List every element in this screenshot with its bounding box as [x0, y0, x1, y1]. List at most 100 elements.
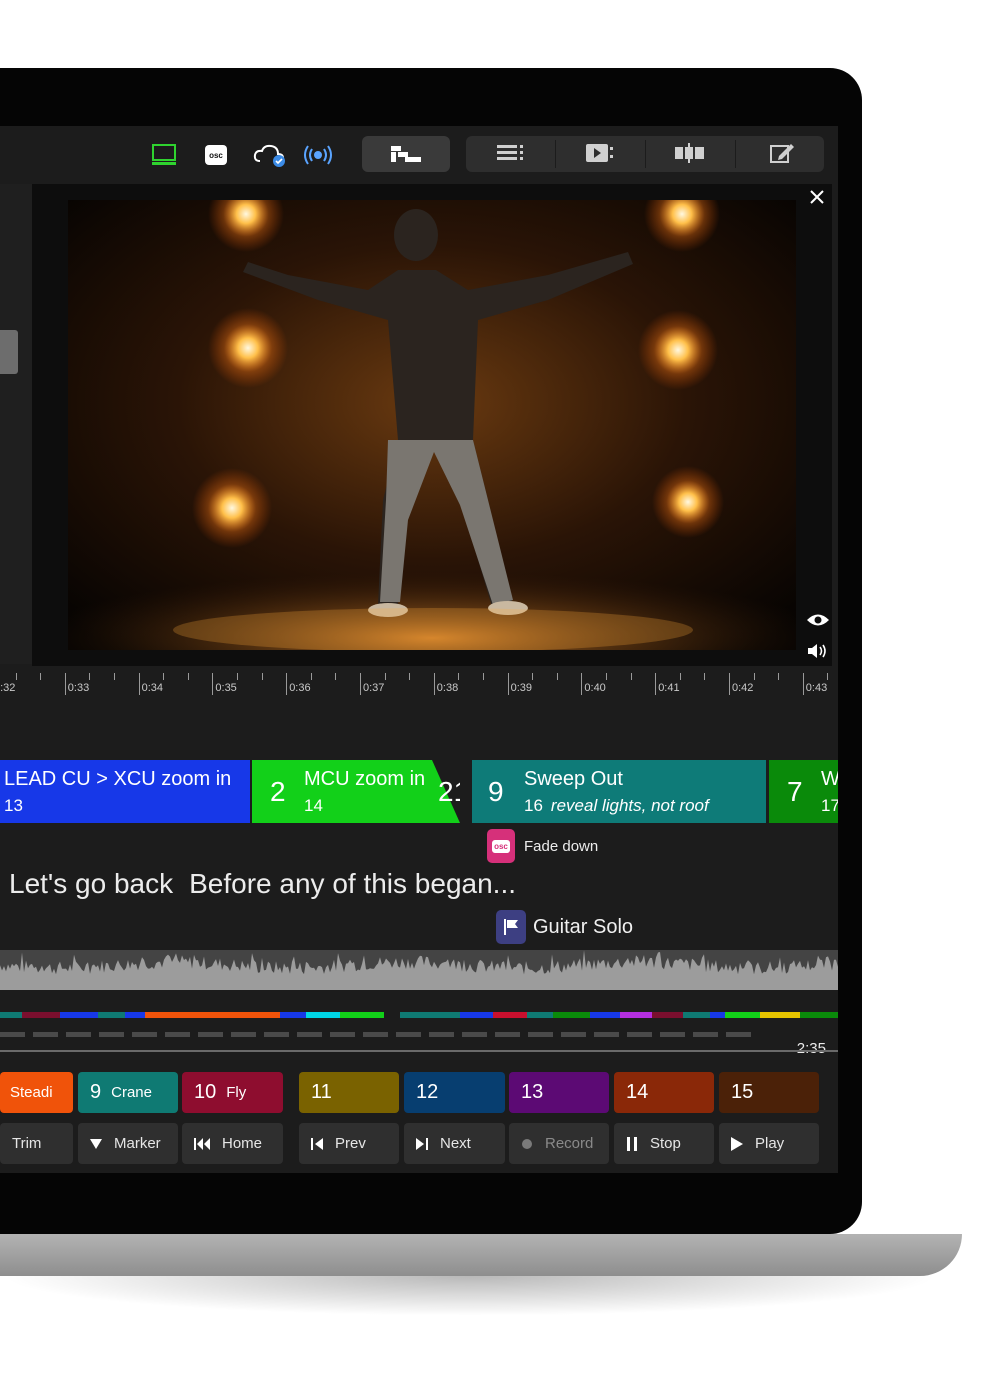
ruler-minor-tick — [409, 673, 411, 680]
app-screen: osc:32 0:33 0:34 0:35 0:36 0:37 0:38 0:… — [0, 126, 838, 1173]
pause-icon — [626, 1136, 638, 1151]
cue-block-transition[interactable]: 21 — [428, 760, 460, 823]
camera-button-crane[interactable]: 9 Crane — [78, 1072, 178, 1113]
edit-icon[interactable] — [764, 138, 800, 168]
marker-label[interactable]: Guitar Solo — [533, 916, 633, 939]
overview-camera-block — [462, 1032, 487, 1037]
overview-camera-block — [66, 1032, 91, 1037]
ruler-minor-tick — [753, 673, 755, 680]
stop-button[interactable]: Stop — [614, 1123, 714, 1164]
record-button[interactable]: Record — [509, 1123, 609, 1164]
video-preview — [32, 184, 832, 666]
overview-segment — [340, 1012, 384, 1018]
timeline-view-tab[interactable] — [362, 136, 450, 172]
osc-cue-label[interactable]: Fade down — [524, 838, 598, 855]
ruler-minor-tick — [40, 673, 42, 680]
overview-segment — [527, 1012, 553, 1018]
cue-number: 9 — [488, 776, 504, 807]
ruler-minor-tick — [679, 673, 681, 680]
ruler-major-tick — [286, 673, 288, 695]
ruler-minor-tick — [261, 673, 263, 680]
overview-camera-block — [693, 1032, 718, 1037]
laptop-base — [0, 1234, 962, 1276]
cue-title: MCU zoom in — [304, 768, 426, 790]
overview-camera-block — [330, 1032, 355, 1037]
ruler-major-tick — [138, 673, 140, 695]
close-icon[interactable] — [806, 186, 828, 208]
ruler-major-tick — [581, 673, 583, 695]
record-label: Record — [545, 1135, 594, 1152]
cue-number: 2 — [270, 776, 286, 807]
overview-camera-block — [165, 1032, 190, 1037]
cloud-sync-icon[interactable] — [250, 140, 290, 170]
overview-camera-block — [99, 1032, 124, 1037]
waveform-graphic — [0, 950, 838, 990]
next-icon — [416, 1137, 428, 1150]
overview-segment — [125, 1012, 145, 1018]
video-view-icon[interactable] — [582, 138, 618, 168]
trim-button[interactable]: Trim — [0, 1123, 73, 1164]
overview-camera-block — [198, 1032, 223, 1037]
camera-label: Fly — [226, 1084, 247, 1101]
overview-segment — [800, 1012, 838, 1018]
ruler-major-tick — [360, 673, 361, 695]
camera-number: 14 — [626, 1081, 649, 1103]
overview-track[interactable]: 2:35 — [0, 1012, 838, 1057]
prev-button[interactable]: Prev — [299, 1123, 399, 1164]
overview-segment — [460, 1012, 493, 1018]
timeline-view-icon — [391, 146, 421, 162]
cue-block[interactable]: LEAD CU > XCU zoom in 13 — [0, 760, 250, 823]
play-button[interactable]: Play — [719, 1123, 819, 1164]
flag-icon[interactable] — [496, 910, 526, 944]
toolbar: osc — [0, 126, 838, 184]
camera-button-steadi[interactable]: Steadi — [0, 1072, 73, 1113]
ruler-major-tick — [212, 673, 214, 695]
ruler-minor-tick — [556, 673, 558, 680]
overview-segment — [22, 1012, 60, 1018]
camera-button-11[interactable]: 11 — [299, 1072, 399, 1113]
display-icon[interactable] — [148, 140, 180, 170]
cue-block[interactable]: 9 Sweep Out 16 reveal lights, not roof — [472, 760, 766, 823]
camera-button-14[interactable]: 14 — [614, 1072, 714, 1113]
overview-camera-block — [0, 1032, 25, 1037]
ruler-minor-tick — [532, 673, 534, 680]
ruler-label: 0:38 — [436, 682, 459, 694]
overview-camera-block — [660, 1032, 685, 1037]
camera-button-13[interactable]: 13 — [509, 1072, 609, 1113]
camera-number: 15 — [731, 1081, 754, 1103]
overview-camera-block — [363, 1032, 388, 1037]
osc-cue-icon[interactable]: osc — [487, 829, 515, 863]
split-view-icon[interactable] — [672, 138, 708, 168]
cue-block[interactable]: 2 MCU zoom in 14 — [252, 760, 428, 823]
cue-sub-number: 16 — [524, 796, 543, 815]
overview-segment — [60, 1012, 98, 1018]
overview-audio-line — [0, 1050, 838, 1052]
marker-button[interactable]: Marker — [78, 1123, 178, 1164]
home-button[interactable]: Home — [182, 1123, 283, 1164]
ruler-minor-tick — [89, 673, 91, 680]
cue-sub: 14 — [304, 796, 323, 815]
ruler-label: 0:32 — [0, 682, 16, 694]
broadcast-icon[interactable] — [302, 140, 334, 170]
eye-icon[interactable] — [806, 612, 830, 633]
left-scrollbar[interactable] — [0, 330, 18, 374]
cue-number: 21 — [438, 776, 460, 807]
camera-button-15[interactable]: 15 — [719, 1072, 819, 1113]
ruler-minor-tick — [237, 673, 238, 680]
cue-block[interactable]: 7 W 17 — [769, 760, 838, 823]
osc-icon[interactable]: osc — [200, 140, 232, 170]
stop-label: Stop — [650, 1135, 681, 1152]
audio-waveform[interactable] — [0, 950, 838, 990]
lyric-line: Before any of this began... — [189, 868, 517, 899]
speaker-icon[interactable] — [806, 642, 830, 665]
overview-segment — [620, 1012, 652, 1018]
lyrics-track[interactable]: Let's go back Before any of this began... — [9, 868, 532, 900]
time-ruler[interactable]: 0:32 0:33 0:34 0:35 0:36 0:37 0:38 0:39 0:40 0:41… — [0, 666, 838, 706]
next-button[interactable]: Next — [404, 1123, 505, 1164]
camera-button-fly[interactable]: 10 Fly — [182, 1072, 283, 1113]
ruler-minor-tick — [187, 673, 189, 680]
camera-button-12[interactable]: 12 — [404, 1072, 505, 1113]
overview-camera-block — [264, 1032, 289, 1037]
list-view-icon[interactable] — [493, 138, 529, 168]
tab-divider — [555, 140, 556, 168]
